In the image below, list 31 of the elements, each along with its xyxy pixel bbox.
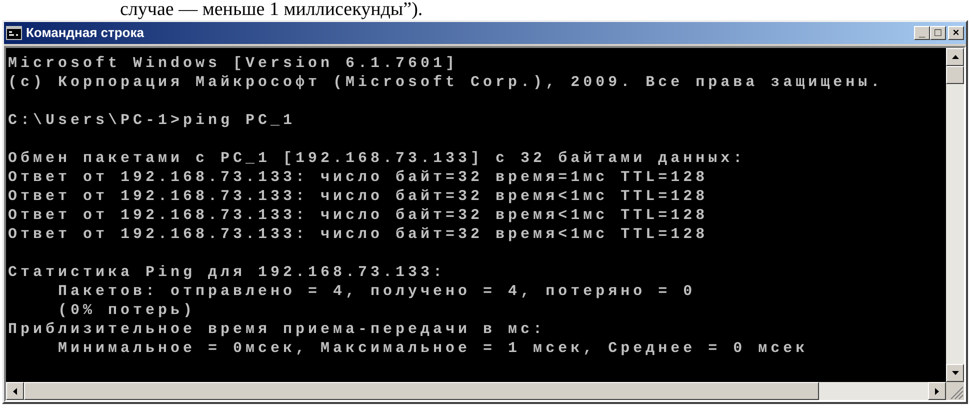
scroll-thumb[interactable] [946,66,964,84]
console-line: C:\Users\PC-1>ping PC_1 [8,111,296,130]
scroll-left-button[interactable] [6,382,24,400]
down-arrow-icon [952,371,958,375]
scroll-up-button[interactable] [946,48,964,66]
window-title: Командная строка [26,24,144,42]
left-arrow-icon [13,388,17,394]
scroll-down-button[interactable] [946,364,964,382]
console-line: Ответ от 192.168.73.133: число байт=32 время<1мс TTL=128 [8,187,708,206]
minimize-button[interactable]: _ [914,26,930,40]
scroll-thumb[interactable] [24,382,819,400]
scroll-right-button[interactable] [928,382,946,400]
up-arrow-icon [952,55,958,59]
console-line: Ответ от 192.168.73.133: число байт=32 время=1мс TTL=128 [8,168,708,187]
console-line: Минимальное = 0мсек, Максимальное = 1 мсек, Среднее = 0 мсек [57,339,808,358]
console-line: Ответ от 192.168.73.133: число байт=32 время<1мс TTL=128 [8,225,708,244]
console-icon [6,26,22,40]
console-line: Приблизительное время приема-передачи в мс: [8,320,546,339]
horizontal-scrollbar[interactable] [6,382,946,400]
maximize-button[interactable]: □ [930,26,946,40]
document-text: случае — меньше 1 миллисекунды”). [119,0,424,20]
console-line: Microsoft Windows [Version 6.1.7601] [8,54,458,73]
console-line: Ответ от 192.168.73.133: число байт=32 время<1мс TTL=128 [8,206,708,225]
console-line: (0% потерь) [57,301,196,320]
right-arrow-icon [935,388,939,394]
console-line: Обмен пакетами с PC_1 [192.168.73.133] с 32 байтами данных: [8,149,746,168]
vertical-scrollbar[interactable] [946,48,964,382]
console-line: Статистика Ping для 192.168.73.133: [8,263,446,282]
close-button[interactable]: × [948,26,964,40]
console-line: Пакетов: отправлено = 4, получено = 4, потеряно = 0 [57,282,696,301]
console-line: (c) Корпорация Майкрософт (Microsoft Corp.), 2009. Все права защищены. [8,73,884,92]
